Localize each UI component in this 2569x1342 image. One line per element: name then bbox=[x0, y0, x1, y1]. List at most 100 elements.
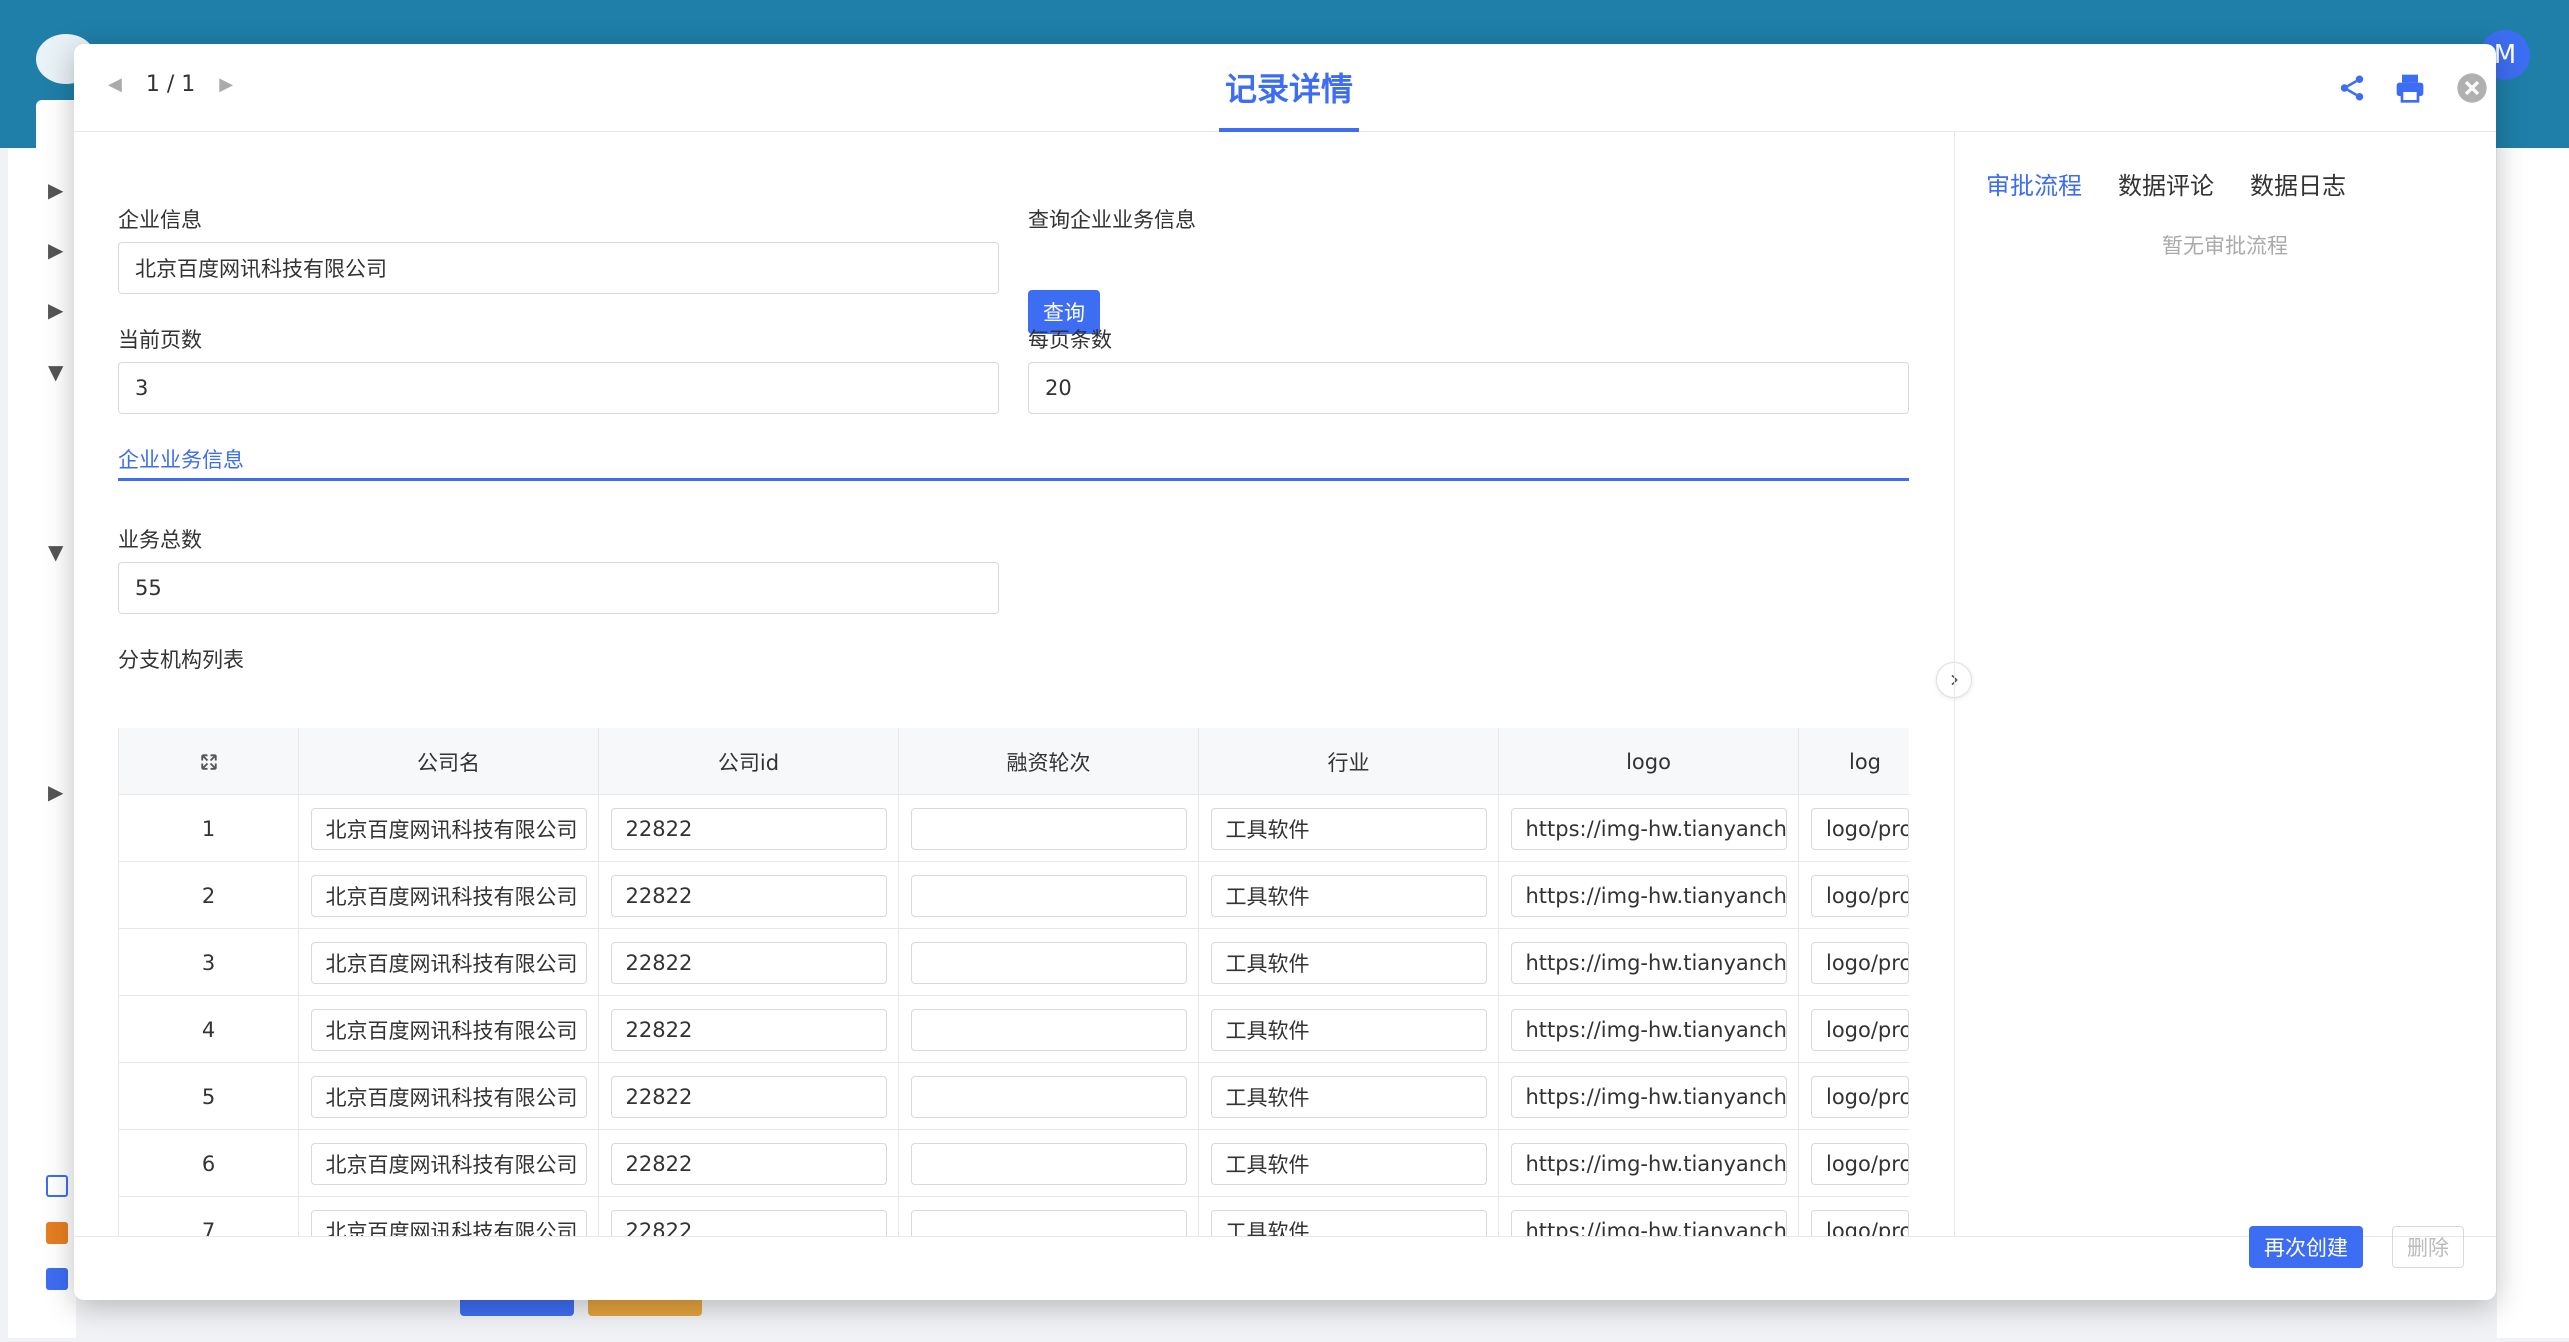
table-icon[interactable] bbox=[46, 1222, 68, 1244]
folder-icon[interactable] bbox=[46, 1268, 68, 1290]
cell-input-industry[interactable]: 工具软件 bbox=[1210, 1209, 1487, 1236]
cell-input-industry[interactable]: 工具软件 bbox=[1210, 1008, 1487, 1051]
cell-input-round[interactable] bbox=[910, 941, 1187, 984]
pager-text: 1 / 1 bbox=[145, 72, 196, 97]
tab-comments[interactable]: 数据评论 bbox=[2118, 166, 2214, 201]
cell-input-round[interactable] bbox=[910, 1142, 1187, 1185]
table-row: 4 北京百度网讯科技有限公司 22822 工具软件 https://img-hw.tia… bbox=[119, 996, 1909, 1063]
modal-title: 记录详情 bbox=[1224, 70, 1353, 108]
table-cell: 22822 bbox=[599, 1063, 899, 1130]
table-row: 6 北京百度网讯科技有限公司 22822 工具软件 https://img-hw.tia… bbox=[119, 1130, 1909, 1197]
table-cell: 22822 bbox=[599, 1197, 899, 1236]
form-icon[interactable] bbox=[46, 1175, 68, 1197]
table-cell: 22822 bbox=[599, 996, 899, 1063]
cell-input-name[interactable]: 北京百度网讯科技有限公司 bbox=[310, 807, 587, 850]
cell-input-logo[interactable]: https://img-hw.tianyancha bbox=[1510, 874, 1787, 917]
table-cell: 工具软件 bbox=[1199, 1197, 1499, 1236]
cell-input-name[interactable]: 北京百度网讯科技有限公司 bbox=[310, 1209, 587, 1236]
cell-input-name[interactable]: 北京百度网讯科技有限公司 bbox=[310, 1008, 587, 1051]
cell-input-id[interactable]: 22822 bbox=[610, 941, 887, 984]
cell-input-logo2[interactable]: logo/pro bbox=[1811, 874, 1909, 917]
table-cell: https://img-hw.tianyancha bbox=[1499, 1197, 1799, 1236]
record-form: 企业信息 北京百度网讯科技有限公司 查询企业业务信息 查询 当前页数 3 每页条… bbox=[74, 132, 1954, 1236]
cell-input-industry[interactable]: 工具软件 bbox=[1210, 807, 1487, 850]
table-cell: 北京百度网讯科技有限公司 bbox=[299, 795, 599, 862]
cell-input-logo2[interactable]: logo/pro bbox=[1811, 807, 1909, 850]
cell-input-logo[interactable]: https://img-hw.tianyancha bbox=[1510, 941, 1787, 984]
cell-input-round[interactable] bbox=[910, 874, 1187, 917]
page-size-label: 每页条数 bbox=[1028, 328, 1112, 352]
company-info-field[interactable]: 北京百度网讯科技有限公司 bbox=[118, 242, 999, 294]
cell-input-logo[interactable]: https://img-hw.tianyancha bbox=[1510, 807, 1787, 850]
table-cell: 北京百度网讯科技有限公司 bbox=[299, 929, 599, 996]
cell-input-logo[interactable]: https://img-hw.tianyancha bbox=[1510, 1142, 1787, 1185]
cell-input-logo2[interactable]: logo/pro bbox=[1811, 1075, 1909, 1118]
sidebar-expand-icon[interactable]: ▶ bbox=[48, 780, 63, 804]
cell-input-name[interactable]: 北京百度网讯科技有限公司 bbox=[310, 874, 587, 917]
record-pager: ◀ 1 / 1 ▶ bbox=[108, 72, 233, 97]
cell-input-round[interactable] bbox=[910, 807, 1187, 850]
delete-button[interactable]: 删除 bbox=[2392, 1226, 2464, 1268]
table-cell: logo/pro bbox=[1799, 1063, 1909, 1130]
print-icon[interactable] bbox=[2390, 68, 2430, 108]
sidebar-expand-icon[interactable]: ▶ bbox=[48, 178, 63, 202]
tab-log[interactable]: 数据日志 bbox=[2250, 166, 2346, 201]
cell-input-logo2[interactable]: logo/pro bbox=[1811, 1142, 1909, 1185]
query-section-label: 查询企业业务信息 bbox=[1028, 208, 1196, 232]
next-record-icon[interactable]: ▶ bbox=[219, 74, 233, 95]
cell-input-logo2[interactable]: logo/pro bbox=[1811, 1209, 1909, 1236]
cell-input-logo2[interactable]: logo/pro bbox=[1811, 941, 1909, 984]
table-cell: https://img-hw.tianyancha bbox=[1499, 795, 1799, 862]
cell-input-industry[interactable]: 工具软件 bbox=[1210, 1142, 1487, 1185]
table-cell: 22822 bbox=[599, 929, 899, 996]
table-cell: 工具软件 bbox=[1199, 795, 1499, 862]
current-page-label: 当前页数 bbox=[118, 328, 202, 352]
table-cell: logo/pro bbox=[1799, 1130, 1909, 1197]
cell-input-round[interactable] bbox=[910, 1209, 1187, 1236]
prev-record-icon[interactable]: ◀ bbox=[108, 74, 122, 95]
cell-input-logo[interactable]: https://img-hw.tianyancha bbox=[1510, 1209, 1787, 1236]
cell-input-id[interactable]: 22822 bbox=[610, 1075, 887, 1118]
cell-input-round[interactable] bbox=[910, 1008, 1187, 1051]
record-detail-modal: ◀ 1 / 1 ▶ 记录详情 企业信息 北京百度网讯科技有限公司 查询企业业务信… bbox=[74, 44, 2496, 1300]
section-divider bbox=[118, 478, 1909, 481]
table-cell: logo/pro bbox=[1799, 795, 1909, 862]
cell-input-id[interactable]: 22822 bbox=[610, 807, 887, 850]
table-cell: 工具软件 bbox=[1199, 929, 1499, 996]
cell-input-id[interactable]: 22822 bbox=[610, 1008, 887, 1051]
cell-input-logo[interactable]: https://img-hw.tianyancha bbox=[1510, 1075, 1787, 1118]
cell-input-id[interactable]: 22822 bbox=[610, 1142, 887, 1185]
company-info-label: 企业信息 bbox=[118, 208, 202, 232]
sidebar-expand-icon[interactable]: ▶ bbox=[48, 298, 63, 322]
cell-input-logo2[interactable]: logo/pro bbox=[1811, 1008, 1909, 1051]
cell-input-id[interactable]: 22822 bbox=[610, 1209, 887, 1236]
table-cell: logo/pro bbox=[1799, 1197, 1909, 1236]
cell-input-logo[interactable]: https://img-hw.tianyancha bbox=[1510, 1008, 1787, 1051]
current-page-field[interactable]: 3 bbox=[118, 362, 999, 414]
cell-input-round[interactable] bbox=[910, 1075, 1187, 1118]
cell-input-industry[interactable]: 工具软件 bbox=[1210, 941, 1487, 984]
table-cell: 22822 bbox=[599, 862, 899, 929]
recreate-button[interactable]: 再次创建 bbox=[2249, 1226, 2363, 1268]
cell-input-name[interactable]: 北京百度网讯科技有限公司 bbox=[310, 1142, 587, 1185]
cell-input-name[interactable]: 北京百度网讯科技有限公司 bbox=[310, 941, 587, 984]
expand-icon[interactable] bbox=[119, 728, 299, 795]
modal-header: ◀ 1 / 1 ▶ 记录详情 bbox=[74, 44, 2496, 132]
table-cell: https://img-hw.tianyancha bbox=[1499, 1130, 1799, 1197]
cell-input-name[interactable]: 北京百度网讯科技有限公司 bbox=[310, 1075, 587, 1118]
cell-input-industry[interactable]: 工具软件 bbox=[1210, 1075, 1487, 1118]
col-header: logo bbox=[1499, 728, 1799, 795]
cell-input-industry[interactable]: 工具软件 bbox=[1210, 874, 1487, 917]
share-icon[interactable] bbox=[2332, 68, 2372, 108]
row-index: 4 bbox=[119, 996, 299, 1063]
tab-approval[interactable]: 审批流程 bbox=[1986, 166, 2082, 201]
close-icon[interactable] bbox=[2452, 68, 2492, 108]
page-size-field[interactable]: 20 bbox=[1028, 362, 1909, 414]
branch-list-label: 分支机构列表 bbox=[118, 648, 244, 672]
sidebar-expand-icon[interactable]: ▶ bbox=[48, 238, 63, 262]
total-field[interactable]: 55 bbox=[118, 562, 999, 614]
sidebar-collapse-icon[interactable]: ▼ bbox=[48, 540, 63, 564]
table-cell bbox=[899, 1130, 1199, 1197]
sidebar-collapse-icon[interactable]: ▼ bbox=[48, 360, 63, 384]
cell-input-id[interactable]: 22822 bbox=[610, 874, 887, 917]
